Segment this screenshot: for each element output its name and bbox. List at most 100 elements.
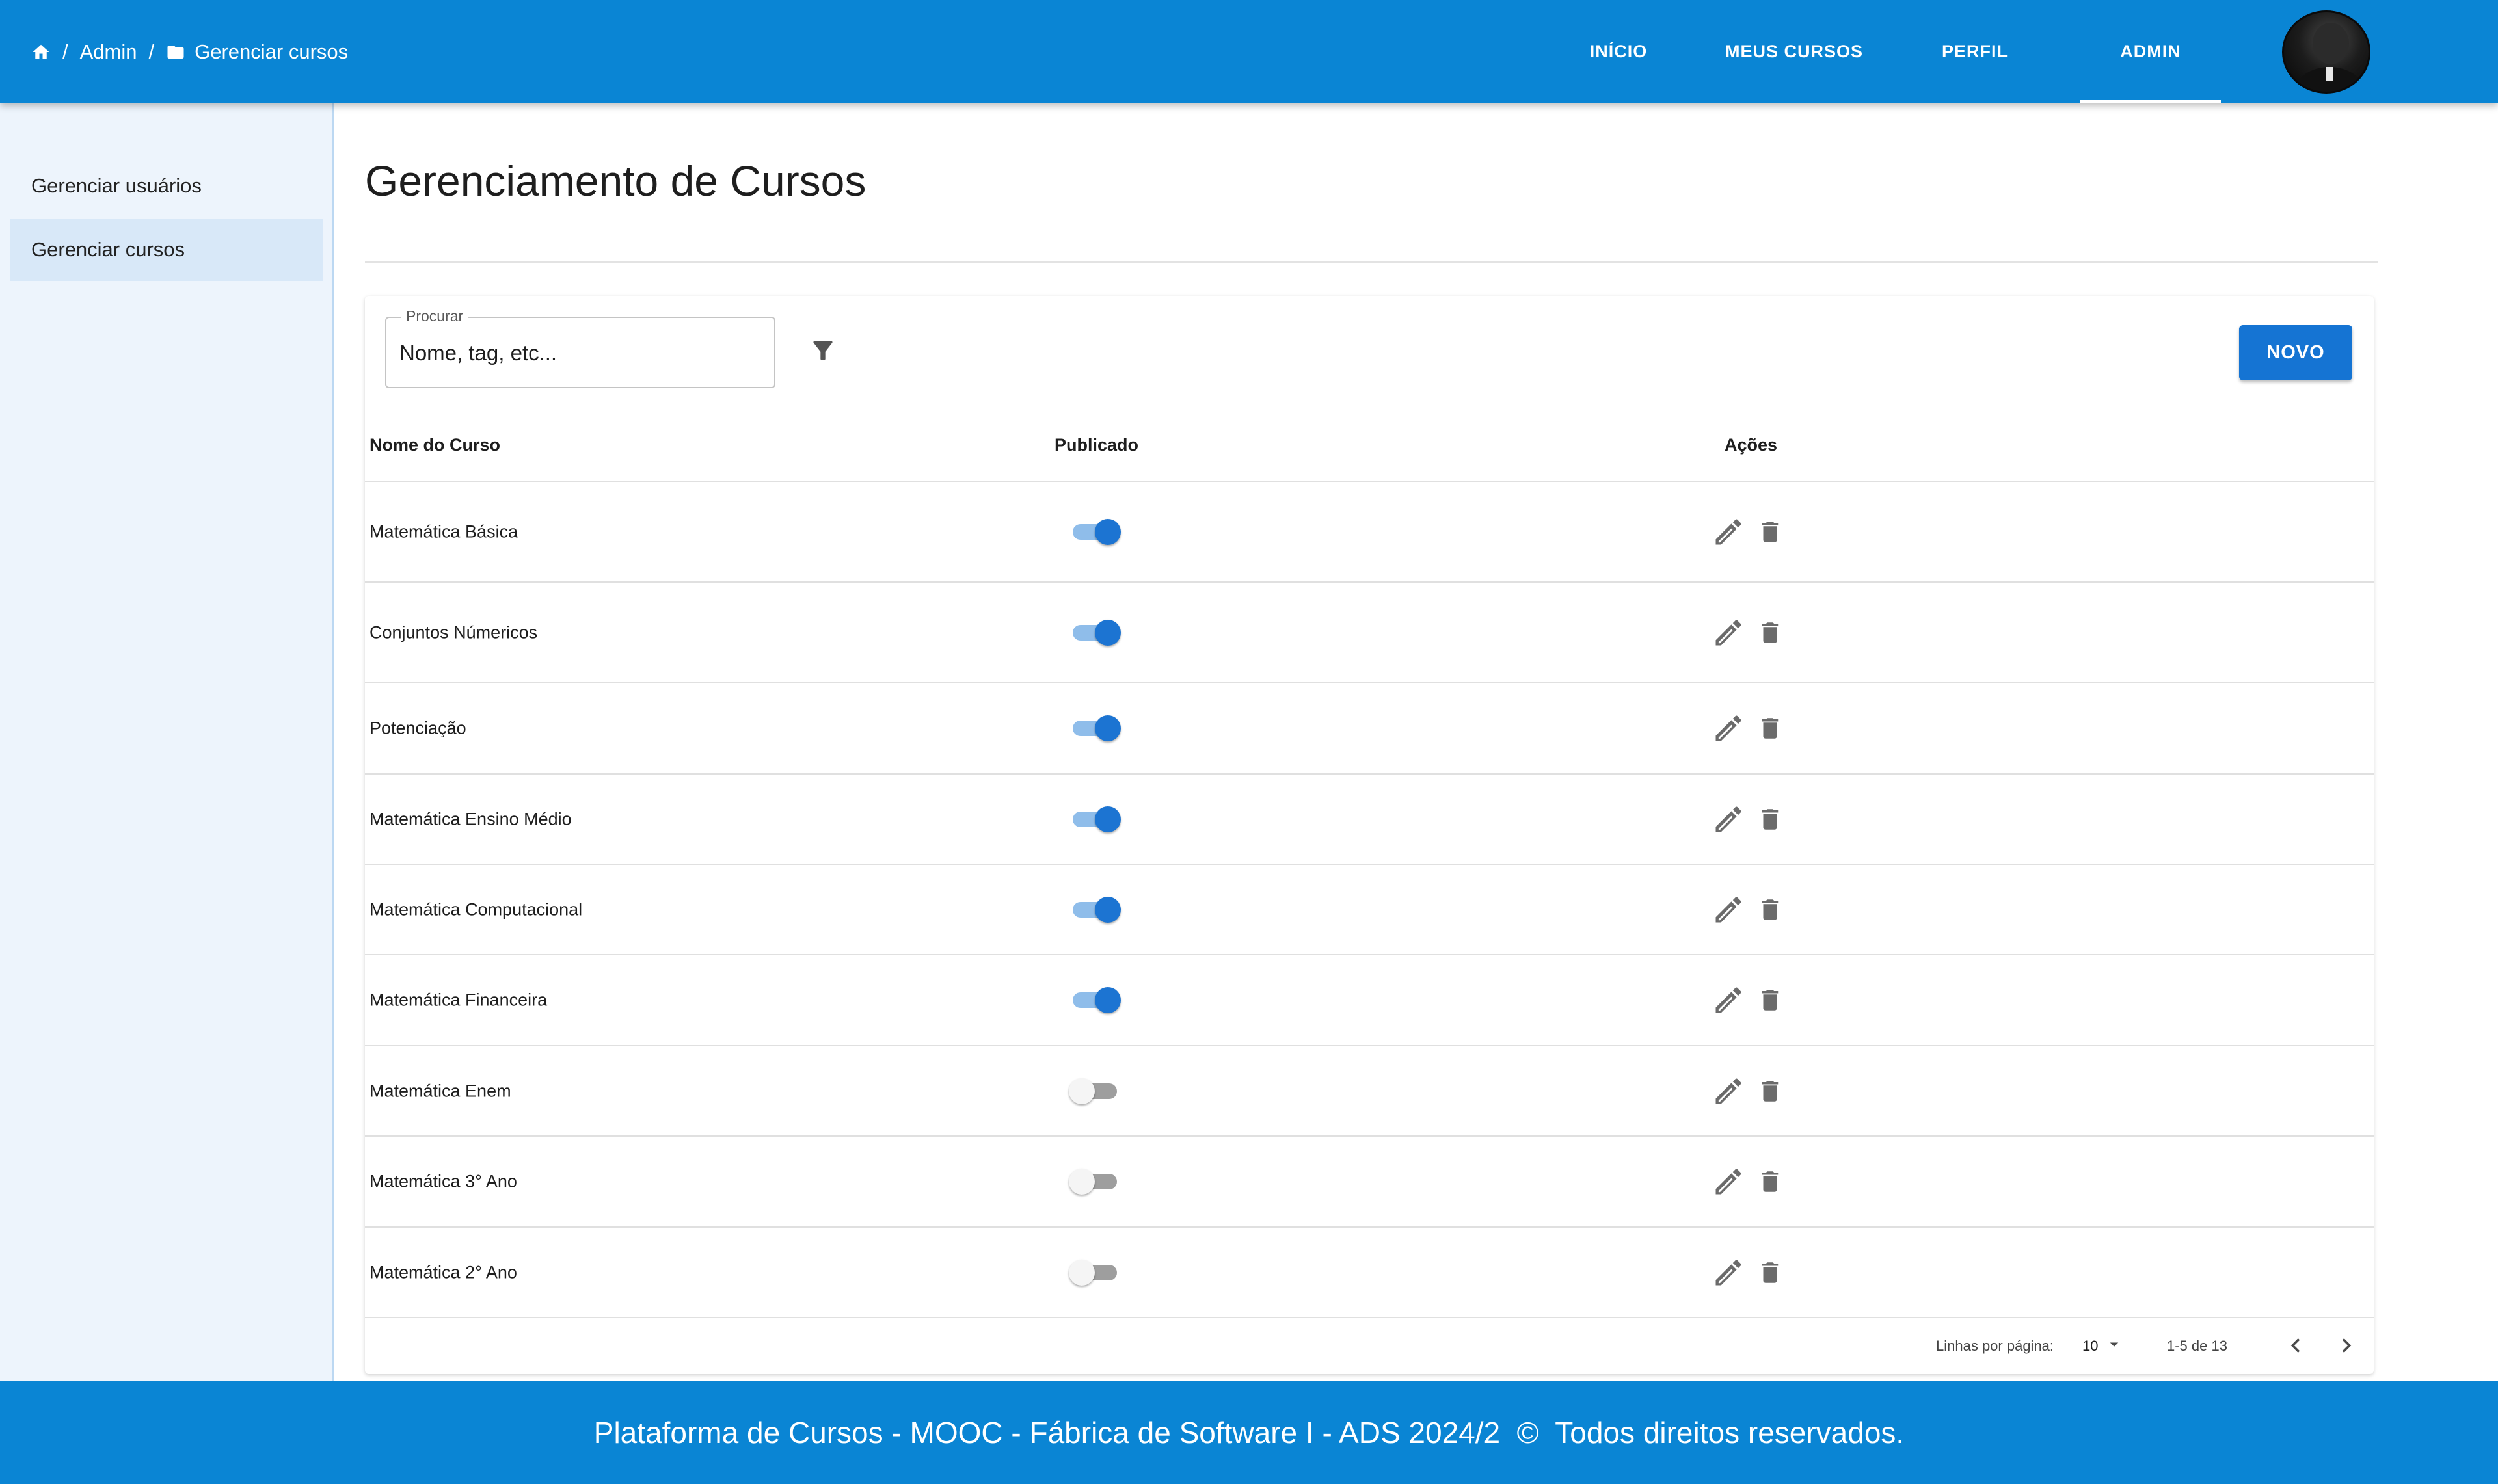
avatar-photo <box>2296 23 2363 92</box>
pagination-range: 1-5 de 13 <box>2167 1338 2227 1354</box>
toggle-thumb <box>1095 619 1121 646</box>
breadcrumb-home[interactable] <box>31 42 51 62</box>
table-row: Potenciação <box>365 683 2374 775</box>
trash-icon <box>1756 896 1784 923</box>
pencil-icon <box>1712 1256 1745 1290</box>
search-label: Procurar <box>401 308 469 325</box>
search-input[interactable] <box>399 338 764 369</box>
published-toggle[interactable] <box>1069 517 1121 547</box>
home-icon <box>31 42 51 62</box>
edit-course-button[interactable] <box>1712 1165 1745 1199</box>
delete-course-button[interactable] <box>1756 715 1784 742</box>
edit-course-button[interactable] <box>1712 515 1745 549</box>
delete-course-button[interactable] <box>1756 518 1784 546</box>
next-page-button[interactable] <box>2332 1331 2361 1360</box>
course-name: Matemática Básica <box>369 522 518 541</box>
footer: Plataforma de Cursos - MOOC - Fábrica de… <box>0 1381 2498 1484</box>
toggle-thumb <box>1095 806 1121 832</box>
rows-per-page-label: Linhas por página: <box>1936 1338 2054 1354</box>
published-toggle[interactable] <box>1069 895 1121 925</box>
course-name: Matemática 2° Ano <box>369 1262 517 1282</box>
nav-admin[interactable]: ADMIN <box>2080 0 2221 103</box>
toggle-thumb <box>1095 518 1121 545</box>
nav-meus-cursos[interactable]: MEUS CURSOS <box>1713 0 1875 103</box>
delete-course-button[interactable] <box>1756 806 1784 833</box>
toggle-thumb <box>1069 1259 1095 1286</box>
trash-icon <box>1756 715 1784 742</box>
chevron-right-icon <box>2332 1331 2361 1360</box>
toggle-thumb <box>1095 715 1121 741</box>
course-name: Conjuntos Númericos <box>369 622 538 642</box>
previous-page-button[interactable] <box>2281 1331 2310 1360</box>
published-toggle[interactable] <box>1069 713 1121 743</box>
toggle-thumb <box>1069 1078 1095 1104</box>
breadcrumb-admin[interactable]: Admin <box>80 40 137 64</box>
avatar[interactable] <box>2282 10 2370 94</box>
published-toggle[interactable] <box>1069 1258 1121 1288</box>
published-toggle[interactable] <box>1069 618 1121 648</box>
rows-per-page-select[interactable]: 10 <box>2082 1330 2124 1362</box>
nav-inicio[interactable]: INÍCIO <box>1568 0 1669 103</box>
edit-course-button[interactable] <box>1712 802 1745 836</box>
app-bar: / Admin / Gerenciar cursos INÍCIO MEUS C… <box>0 0 2498 103</box>
delete-course-button[interactable] <box>1756 987 1784 1014</box>
table-row: Matemática 2° Ano <box>365 1228 2374 1318</box>
sidebar: Gerenciar usuários Gerenciar cursos <box>0 103 334 1381</box>
filter-icon <box>809 341 837 367</box>
edit-course-button[interactable] <box>1712 616 1745 650</box>
course-name: Potenciação <box>369 718 466 738</box>
pencil-icon <box>1712 983 1745 1017</box>
edit-course-button[interactable] <box>1712 1256 1745 1290</box>
table-row: Matemática Financeira <box>365 955 2374 1046</box>
course-name: Matemática Financeira <box>369 990 548 1010</box>
pencil-icon <box>1712 802 1745 836</box>
folder-icon <box>166 42 185 62</box>
trash-icon <box>1756 1259 1784 1286</box>
pencil-icon <box>1712 893 1745 927</box>
sidebar-item-gerenciar-usuarios[interactable]: Gerenciar usuários <box>10 155 323 217</box>
published-toggle[interactable] <box>1069 1167 1121 1197</box>
pencil-icon <box>1712 616 1745 650</box>
edit-course-button[interactable] <box>1712 983 1745 1017</box>
trash-icon <box>1756 1078 1784 1105</box>
footer-text: Plataforma de Cursos - MOOC - Fábrica de… <box>593 1415 1905 1450</box>
delete-course-button[interactable] <box>1756 1168 1784 1195</box>
column-header-publicado[interactable]: Publicado <box>1054 435 1138 455</box>
pencil-icon <box>1712 515 1745 549</box>
toggle-thumb <box>1095 896 1121 923</box>
delete-course-button[interactable] <box>1756 1078 1784 1105</box>
table-row: Matemática Ensino Médio <box>365 775 2374 865</box>
delete-course-button[interactable] <box>1756 896 1784 923</box>
course-name: Matemática Ensino Médio <box>369 809 572 828</box>
sidebar-item-gerenciar-cursos[interactable]: Gerenciar cursos <box>10 219 323 281</box>
delete-course-button[interactable] <box>1756 1259 1784 1286</box>
breadcrumb-current: Gerenciar cursos <box>166 40 348 64</box>
chevron-left-icon <box>2281 1331 2310 1360</box>
trash-icon <box>1756 619 1784 646</box>
trash-icon <box>1756 1168 1784 1195</box>
edit-course-button[interactable] <box>1712 1074 1745 1108</box>
column-header-nome[interactable]: Nome do Curso <box>369 435 500 455</box>
filter-button[interactable] <box>809 336 837 365</box>
published-toggle[interactable] <box>1069 1076 1121 1106</box>
toggle-thumb <box>1095 987 1121 1013</box>
table-row: Matemática Computacional <box>365 865 2374 955</box>
search-field[interactable]: Procurar <box>385 308 775 388</box>
course-name: Matemática Computacional <box>369 899 583 919</box>
pencil-icon <box>1712 711 1745 745</box>
table-row: Conjuntos Númericos <box>365 583 2374 683</box>
edit-course-button[interactable] <box>1712 711 1745 745</box>
table-row: Matemática Básica <box>365 482 2374 583</box>
column-header-acoes: Ações <box>1725 435 1778 455</box>
delete-course-button[interactable] <box>1756 619 1784 646</box>
breadcrumb-current-label: Gerenciar cursos <box>195 40 349 63</box>
nav-perfil[interactable]: PERFIL <box>1923 0 2027 103</box>
edit-course-button[interactable] <box>1712 893 1745 927</box>
published-toggle[interactable] <box>1069 985 1121 1015</box>
table-row: Matemática Enem <box>365 1046 2374 1137</box>
pencil-icon <box>1712 1074 1745 1108</box>
new-course-button[interactable]: NOVO <box>2239 325 2352 380</box>
published-toggle[interactable] <box>1069 804 1121 834</box>
breadcrumb-separator: / <box>148 40 155 63</box>
courses-table-card: Procurar NOVO Nome do Curso Publicado Aç… <box>365 296 2374 1374</box>
